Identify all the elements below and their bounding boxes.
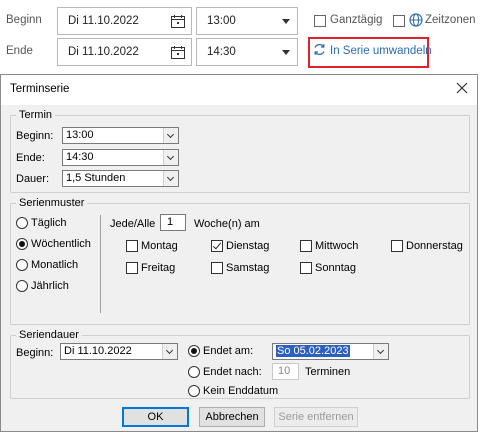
radio-no-end[interactable] — [188, 385, 200, 397]
end-time-value: 14:30 — [207, 46, 236, 58]
day-sunday-checkbox[interactable] — [300, 262, 312, 274]
globe-icon — [409, 13, 423, 30]
recurrence-dialog: Terminserie Termin Beginn: 13:00 Ende: 1… — [0, 74, 478, 432]
termin-end-value: 14:30 — [66, 151, 94, 163]
occurrences-label: Terminen — [305, 366, 351, 378]
every-label: Jede/Alle — [110, 218, 156, 230]
day-saturday-label: Samstag — [226, 262, 270, 274]
chevron-down-icon[interactable] — [163, 171, 178, 186]
close-icon[interactable] — [456, 82, 468, 97]
radio-weekly-label: Wöchentlich — [31, 238, 91, 250]
end-time-field[interactable]: 14:30 — [196, 38, 298, 66]
day-thursday-checkbox[interactable] — [391, 240, 403, 252]
termin-begin-label: Beginn: — [16, 130, 54, 142]
convert-series-button[interactable]: In Serie umwandeln — [313, 43, 432, 59]
day-friday-label: Freitag — [141, 262, 176, 274]
radio-yearly-label: Jährlich — [31, 280, 69, 292]
dialog-title: Terminserie — [10, 83, 70, 95]
every-value: 1 — [167, 216, 174, 228]
all-day-label: Ganztägig — [330, 14, 383, 26]
range-begin-value: Di 11.10.2022 — [64, 345, 132, 357]
day-sunday-label: Sonntag — [315, 262, 356, 274]
ok-button[interactable]: OK — [122, 407, 189, 427]
end-date-field[interactable]: Di 11.10.2022 — [57, 38, 192, 66]
chevron-down-icon[interactable] — [282, 19, 290, 24]
recurrence-icon — [313, 43, 326, 59]
ends-after-input[interactable]: 10 — [272, 363, 299, 380]
weeks-label: Woche(n) am — [194, 218, 260, 230]
radio-daily[interactable] — [16, 217, 28, 229]
ends-after-value: 10 — [278, 365, 291, 377]
every-input[interactable]: 1 — [160, 214, 186, 231]
range-begin-label: Beginn: — [16, 347, 54, 359]
termin-end-label: Ende: — [16, 152, 45, 164]
begin-date-field[interactable]: Di 11.10.2022 — [57, 7, 192, 35]
chevron-down-icon[interactable] — [163, 128, 178, 143]
day-tuesday-checkbox[interactable] — [211, 240, 223, 252]
day-monday-checkbox[interactable] — [126, 240, 138, 252]
chevron-down-icon[interactable] — [162, 344, 177, 359]
range-group-title: Seriendauer — [16, 328, 82, 342]
timezones-label: Zeitzonen — [425, 14, 476, 26]
range-begin-combo[interactable]: Di 11.10.2022 — [60, 343, 178, 360]
dialog-titlebar: Terminserie — [1, 75, 477, 105]
day-monday-label: Montag — [141, 240, 178, 252]
chevron-down-icon[interactable] — [163, 150, 178, 165]
radio-ends-on-label: Endet am: — [203, 345, 254, 357]
convert-series-label: In Serie umwandeln — [330, 45, 432, 57]
radio-no-end-label: Kein Enddatum — [203, 385, 279, 397]
pattern-group-title: Serienmuster — [16, 196, 88, 210]
begin-time-value: 13:00 — [207, 15, 236, 27]
ends-on-combo[interactable]: So 05.02.2023 — [272, 343, 389, 360]
end-date-value: Di 11.10.2022 — [68, 46, 139, 58]
ends-on-value: So 05.02.2023 — [276, 345, 350, 357]
chevron-down-icon[interactable] — [373, 344, 388, 359]
radio-weekly[interactable] — [16, 238, 28, 250]
radio-daily-label: Täglich — [31, 217, 67, 229]
end-label: Ende — [6, 45, 33, 57]
day-saturday-checkbox[interactable] — [211, 262, 223, 274]
termin-begin-value: 13:00 — [66, 129, 94, 141]
pattern-divider — [100, 215, 101, 313]
chevron-down-icon[interactable] — [282, 50, 290, 55]
radio-ends-after[interactable] — [188, 366, 200, 378]
radio-yearly[interactable] — [16, 280, 28, 292]
termin-duration-combo[interactable]: 1,5 Stunden — [62, 170, 179, 187]
radio-ends-after-label: Endet nach: — [203, 366, 262, 378]
radio-monthly-label: Monatlich — [31, 259, 79, 271]
begin-time-field[interactable]: 13:00 — [196, 7, 298, 35]
all-day-checkbox[interactable] — [314, 15, 326, 27]
calendar-icon[interactable] — [165, 8, 191, 34]
remove-series-button[interactable]: Serie entfernen — [274, 407, 358, 427]
day-wednesday-checkbox[interactable] — [300, 240, 312, 252]
day-friday-checkbox[interactable] — [126, 262, 138, 274]
termin-group-title: Termin — [16, 108, 56, 122]
termin-duration-value: 1,5 Stunden — [66, 172, 126, 184]
termin-begin-combo[interactable]: 13:00 — [62, 127, 179, 144]
cancel-button[interactable]: Abbrechen — [199, 407, 265, 427]
termin-end-combo[interactable]: 14:30 — [62, 149, 179, 166]
day-thursday-label: Donnerstag — [406, 240, 463, 252]
radio-monthly[interactable] — [16, 259, 28, 271]
begin-date-value: Di 11.10.2022 — [68, 15, 139, 27]
termin-duration-label: Dauer: — [16, 173, 50, 185]
calendar-icon[interactable] — [165, 39, 191, 65]
radio-ends-on[interactable] — [188, 345, 200, 357]
begin-label: Beginn — [6, 14, 42, 26]
timezones-checkbox[interactable] — [393, 15, 405, 27]
day-wednesday-label: Mittwoch — [315, 240, 359, 252]
day-tuesday-label: Dienstag — [226, 240, 270, 252]
